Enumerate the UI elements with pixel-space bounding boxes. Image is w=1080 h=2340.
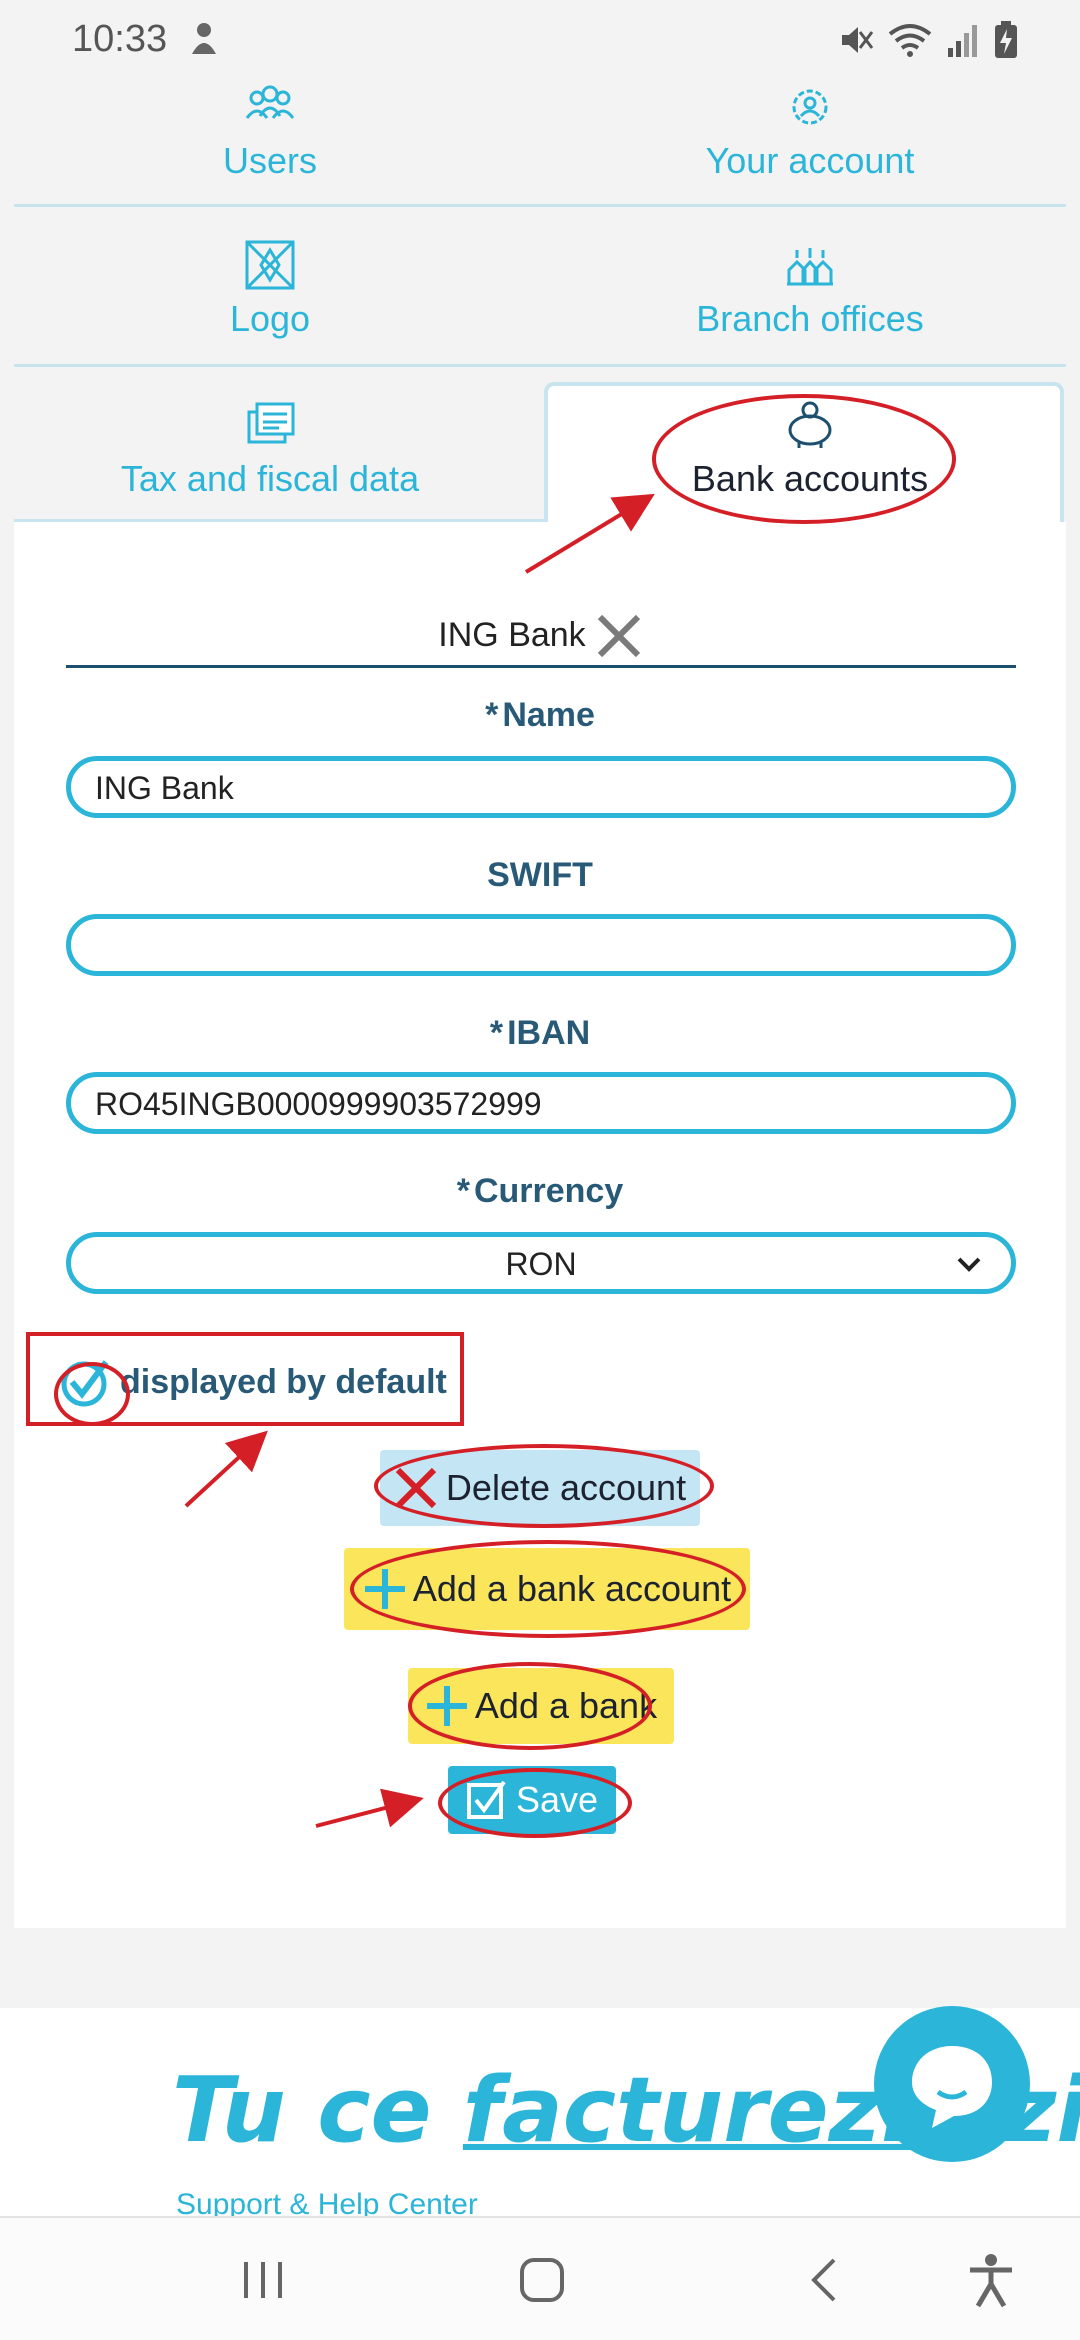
tab-your-account[interactable]: Your account: [540, 82, 1080, 242]
swift-field[interactable]: [66, 914, 1016, 976]
back-icon[interactable]: [806, 2256, 842, 2304]
name-field[interactable]: ING Bank: [66, 756, 1016, 818]
tab-logo-label: Logo: [229, 298, 311, 339]
account-title: ING Bank: [438, 616, 586, 654]
support-link[interactable]: Support & Help Center: [176, 2188, 478, 2216]
annotation-ellipse: [54, 1362, 130, 1426]
divider: [14, 204, 1066, 207]
recent-apps-icon[interactable]: [240, 2258, 286, 2302]
status-bar: 10:33: [0, 0, 1080, 80]
tab-branch-offices-label: Branch offices: [696, 298, 924, 339]
tab-your-account-label: Your account: [705, 140, 915, 181]
mute-icon: [842, 27, 874, 53]
tab-users[interactable]: Users: [0, 82, 540, 242]
notification-icon: [192, 23, 216, 54]
signal-icon: [948, 25, 977, 57]
system-nav-bar: [0, 2216, 1080, 2340]
tab-logo[interactable]: Logo: [0, 240, 540, 400]
tab-tax-fiscal-label: Tax and fiscal data: [120, 458, 420, 499]
wifi-icon: [888, 24, 932, 57]
gear-account-icon: [792, 89, 828, 125]
chat-button[interactable]: [874, 2006, 1030, 2162]
currency-label: * Currency: [456, 1172, 624, 1210]
annotation-ellipse: [438, 1768, 632, 1838]
chat-bubble-icon: [912, 2046, 992, 2128]
clock: 10:33: [72, 18, 168, 60]
iban-label: * IBAN: [489, 1014, 591, 1052]
users-icon: [245, 85, 295, 119]
chevron-down-icon: [957, 1257, 981, 1272]
annotation-ellipse: [374, 1444, 714, 1528]
annotation-ellipse: [350, 1540, 746, 1638]
branch-offices-icon: [787, 248, 833, 286]
tax-document-icon: [247, 402, 295, 444]
annotation-ellipse: [652, 394, 956, 524]
tab-users-label: Users: [222, 140, 317, 181]
iban-field[interactable]: RO45INGB0000999903572999: [66, 1072, 1016, 1134]
close-icon[interactable]: [594, 611, 644, 661]
status-icons: [838, 18, 1018, 62]
accessibility-icon[interactable]: [966, 2252, 1016, 2308]
swift-label: SWIFT: [487, 856, 593, 894]
name-label: * Name: [485, 696, 595, 734]
battery-icon: [995, 21, 1017, 58]
logo-icon: [245, 240, 295, 290]
currency-value: RON: [505, 1246, 577, 1282]
currency-select[interactable]: RON: [66, 1232, 1016, 1294]
annotation-ellipse: [408, 1662, 652, 1750]
account-header: ING Bank: [66, 606, 1016, 668]
tab-branch-offices[interactable]: Branch offices: [540, 240, 1080, 400]
divider: [14, 364, 1066, 367]
home-icon[interactable]: [518, 2256, 566, 2304]
